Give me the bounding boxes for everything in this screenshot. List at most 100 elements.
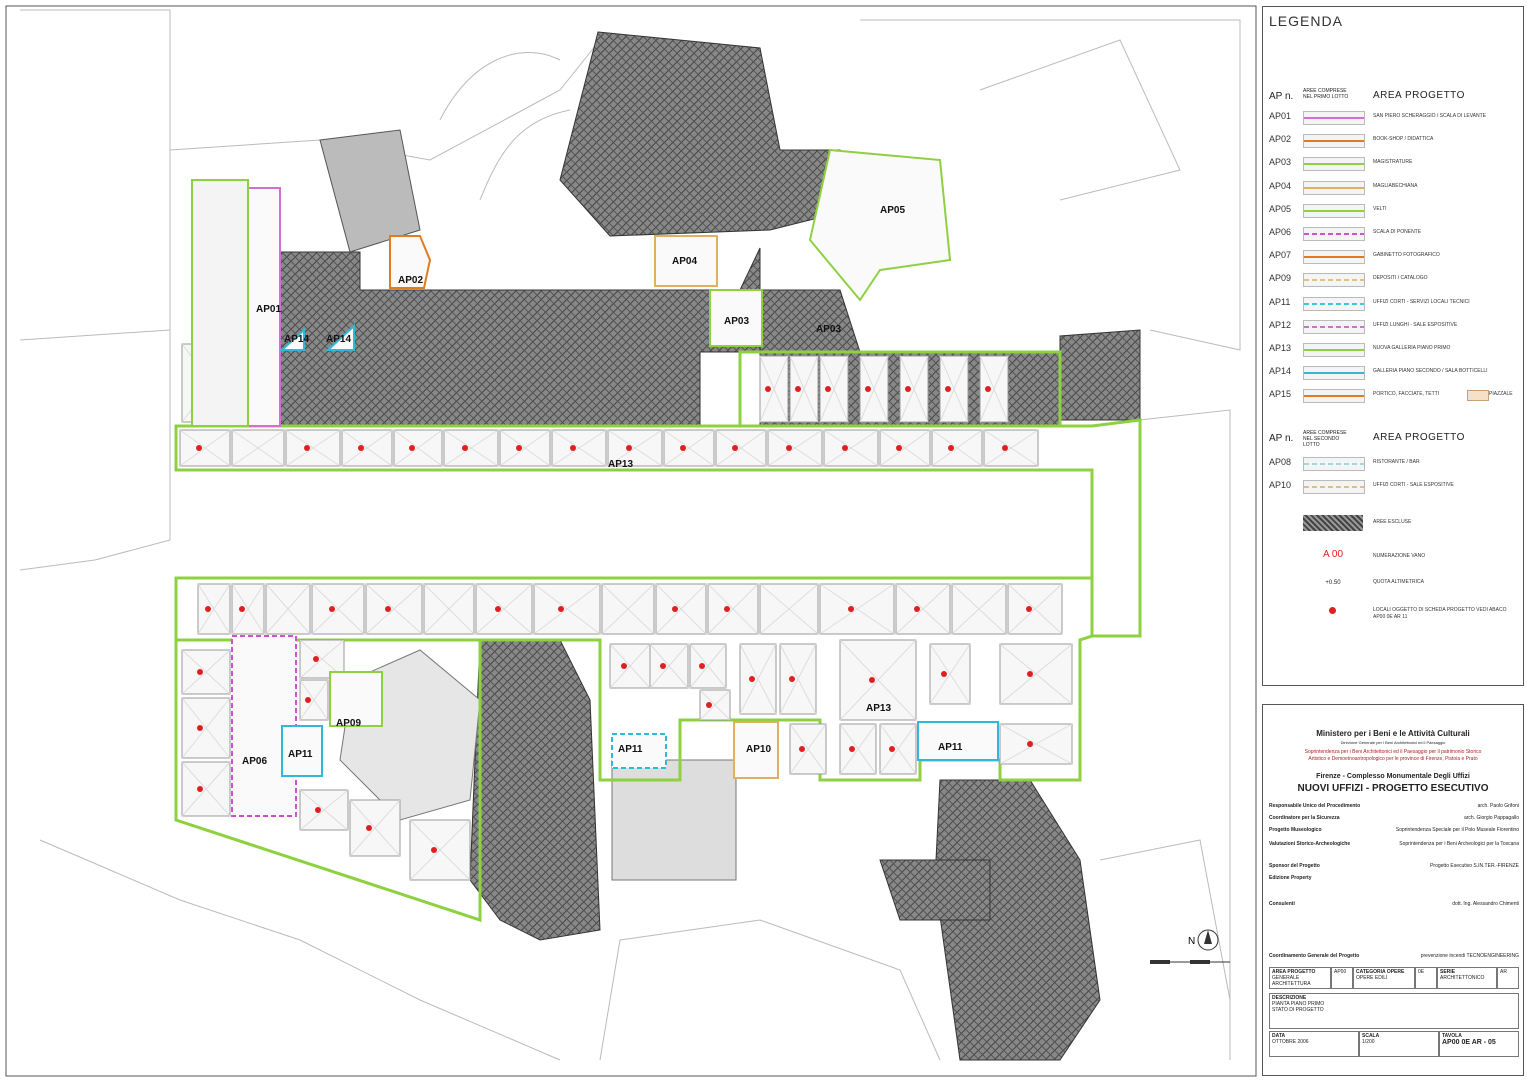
red-dot-icon bbox=[660, 663, 666, 669]
red-dot-icon bbox=[732, 445, 738, 451]
legend-desc: SCALA DI PONENTE bbox=[1373, 229, 1422, 235]
legend-swatch-icon bbox=[1303, 296, 1365, 311]
credit-role: Consulenti bbox=[1269, 901, 1295, 907]
legend-code: AP04 bbox=[1269, 180, 1292, 191]
legend-row: AP04 MAGLIABECHIANA bbox=[1267, 177, 1519, 197]
legend-extra: PIAZZALE bbox=[1489, 391, 1513, 398]
cell-area-code: AP00 bbox=[1331, 967, 1353, 989]
complex-name: Firenze - Complesso Monumentale Degli Uf… bbox=[1316, 773, 1470, 780]
legend-row: AP01 SAN PIERO SCHERAGGIO / SCALA DI LEVA… bbox=[1267, 107, 1519, 127]
legend-code: AP01 bbox=[1269, 111, 1292, 121]
red-dot-icon bbox=[358, 445, 364, 451]
red-dot-icon bbox=[462, 445, 468, 451]
legend-code: AP03 bbox=[1269, 157, 1292, 168]
red-dot-icon bbox=[905, 386, 911, 392]
area-label: AP14 bbox=[284, 334, 309, 345]
credit-name: arch. Paolo Grifoni bbox=[1477, 803, 1519, 809]
red-dot-icon bbox=[329, 606, 335, 612]
cell-date: DATA OTTOBRE 2006 bbox=[1269, 1031, 1359, 1057]
area-label: AP03 bbox=[816, 324, 841, 335]
legend-row: AP06 SCALA DI PONENTE bbox=[1267, 223, 1519, 243]
legend-code: AP11 bbox=[1269, 296, 1291, 307]
legend-col-area: AREA PROGETTO bbox=[1373, 90, 1465, 101]
cell-scale: SCALA 1/200 bbox=[1359, 1031, 1439, 1057]
legend-swatch-icon bbox=[1303, 134, 1365, 149]
red-dot-icon bbox=[825, 386, 831, 392]
cell-series-code: AR bbox=[1497, 967, 1519, 989]
cell-value: 1/200 bbox=[1362, 1039, 1375, 1045]
legend-row: AP07 GABINETTO FOTOGRAFICO bbox=[1267, 246, 1519, 266]
legend-desc: UFFIZI LUNGHI - SALE ESPOSITIVE bbox=[1373, 321, 1458, 328]
red-dot-icon bbox=[765, 386, 771, 392]
legend-symbol-desc: NUMERAZIONE VANO bbox=[1373, 553, 1426, 559]
legend-symbol-row: +0.50 QUOTA ALTIMETRICA bbox=[1267, 573, 1519, 595]
red-dot-icon bbox=[945, 386, 951, 392]
red-dot-icon bbox=[680, 445, 686, 451]
legend-col-ap: AP n. bbox=[1269, 91, 1294, 102]
red-dot-icon bbox=[699, 663, 705, 669]
legend-code: AP06 bbox=[1269, 227, 1292, 237]
red-dot-icon bbox=[1002, 445, 1008, 451]
area-label: AP03 bbox=[724, 316, 749, 327]
legend-header-1: AP n. AREE COMPRESE NEL PRIMO LOTTO AREA… bbox=[1267, 87, 1519, 107]
legend-desc: GABINETTO FOTOGRAFICO bbox=[1373, 252, 1440, 259]
ap05-area bbox=[808, 148, 952, 302]
legend-row: AP10 UFFIZI CORTI - SALE ESPOSITIVE bbox=[1267, 476, 1519, 496]
legend-desc: MAGLIABECHIANA bbox=[1373, 182, 1418, 189]
elevation-sample: +0.50 bbox=[1325, 580, 1341, 586]
legend-col-ap: AP n. bbox=[1269, 433, 1294, 444]
legend-col-lot: AREE COMPRESE NEL SECONDO LOTTO bbox=[1303, 430, 1347, 448]
red-dot-icon bbox=[724, 606, 730, 612]
ap11-area-c bbox=[917, 721, 999, 761]
red-dot-icon bbox=[196, 445, 202, 451]
legend-col-area: AREA PROGETTO bbox=[1373, 432, 1465, 443]
legend-desc: SAN PIERO SCHERAGGIO / SCALA DI LEVANTE bbox=[1373, 113, 1486, 119]
legend-row: AP15 PORTICO, FACCIATE, TETTI PIAZZALE bbox=[1267, 385, 1519, 405]
credit-name: arch. Giorgio Pappagallo bbox=[1463, 815, 1519, 821]
red-dot-icon bbox=[1303, 603, 1363, 619]
red-dot-icon bbox=[889, 746, 895, 752]
ministry-name: Ministero per i Beni e le Attività Cultu… bbox=[1316, 729, 1470, 738]
area-label: AP06 bbox=[242, 756, 267, 767]
credit-role: Valutazioni Storico-Archeologiche bbox=[1269, 841, 1351, 847]
red-dot-icon bbox=[1026, 606, 1032, 612]
legend-code: AP15 bbox=[1269, 389, 1292, 400]
legend-symbol-row: AREE ESCLUSE bbox=[1267, 513, 1519, 535]
legend-code: AP10 bbox=[1269, 480, 1292, 491]
area-label: AP13 bbox=[608, 459, 633, 470]
red-dot-icon bbox=[304, 445, 310, 451]
legend-row: AP11 UFFIZI CORTI - SERVIZI LOCALI TECNIC… bbox=[1267, 293, 1519, 313]
red-dot-icon bbox=[672, 606, 678, 612]
excluded-areas bbox=[279, 31, 1141, 1061]
legend-swatch-icon bbox=[1303, 480, 1365, 495]
cell-area: AREA PROGETTO GENERALE ARCHITETTURA bbox=[1269, 967, 1331, 989]
ministry-subtitle: Direzione Generale per i Beni Architetto… bbox=[1340, 740, 1446, 745]
legend-desc: BOOK-SHOP / DIDATTICA bbox=[1373, 136, 1434, 143]
red-dot-icon bbox=[869, 677, 875, 683]
legend-swatch-icon bbox=[1303, 157, 1365, 172]
area-label: AP14 bbox=[326, 334, 351, 345]
cell-category: CATEGORIA OPERE OPERE EDILI bbox=[1353, 967, 1415, 989]
cell-value: AP00 bbox=[1334, 969, 1347, 975]
credit-role: Progetto Museologico bbox=[1269, 827, 1322, 833]
red-dot-icon bbox=[197, 725, 203, 731]
legend-row: AP03 MAGISTRATURE bbox=[1267, 153, 1519, 173]
north-label: N bbox=[1188, 936, 1195, 947]
credit-role: Coordinamento Generale del Progetto bbox=[1269, 953, 1360, 959]
credit-role: Sponsor del Progetto bbox=[1269, 863, 1320, 869]
legend-symbol-row: LOCALI OGGETTO DI SCHEDA PROGETTO VEDI A… bbox=[1267, 601, 1519, 623]
cell-sheet: TAVOLA AP00 0E AR - 05 bbox=[1439, 1031, 1519, 1057]
legend-code: AP09 bbox=[1269, 273, 1292, 284]
credit-name: prevenzione incendi TECNOENGINEERING bbox=[1420, 953, 1519, 959]
credit-name: Soprintendenza Speciale per il Polo Muse… bbox=[1395, 827, 1519, 833]
area-label: AP11 bbox=[288, 749, 313, 760]
cell-category-code: 0E bbox=[1415, 967, 1437, 989]
red-dot-icon bbox=[1027, 671, 1033, 677]
red-dot-icon bbox=[896, 445, 902, 451]
drawing-sheet: AP01 AP02 AP04 AP05 AP03 AP03 AP14 AP14 … bbox=[0, 0, 1527, 1080]
red-dot-icon bbox=[1027, 741, 1033, 747]
credit-role: Responsabile Unico del Procedimento bbox=[1269, 803, 1361, 809]
soprintendenza-line2: Artistico e Demoetnoantropologico per le… bbox=[1308, 756, 1478, 762]
legend-symbol-desc: AREE ESCLUSE bbox=[1373, 519, 1412, 525]
legend-desc: UFFIZI CORTI - SALE ESPOSITIVE bbox=[1373, 482, 1454, 489]
